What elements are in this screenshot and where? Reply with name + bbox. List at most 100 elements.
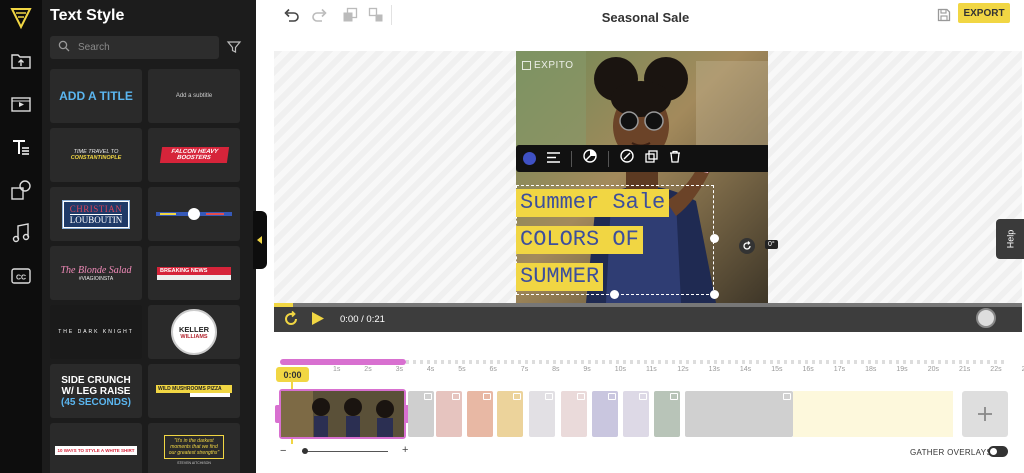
text-line-1: Summer Sale (516, 189, 670, 217)
clip-checkbox[interactable] (452, 393, 460, 400)
text-style-time-travel[interactable]: TIME TRAVEL TO CONSTANTINOPLE (50, 128, 142, 182)
timeline-clip[interactable] (497, 391, 523, 437)
clip-checkbox[interactable] (639, 393, 647, 400)
play-button[interactable] (311, 311, 325, 331)
music-note-icon[interactable] (8, 220, 34, 246)
text-layer[interactable]: Summer Sale COLORS OF SUMMER (516, 189, 670, 291)
clip-selected[interactable] (279, 389, 406, 439)
timeline-clip[interactable] (685, 391, 793, 437)
clip-checkbox[interactable] (670, 393, 678, 400)
group-button[interactable] (366, 6, 386, 24)
time-display: 0:00 / 0:21 (340, 314, 385, 325)
trash-icon (670, 150, 680, 163)
redo-button[interactable] (310, 6, 330, 24)
time-tick: 18s (865, 366, 877, 373)
text-style-add-title[interactable]: ADD A TITLE (50, 69, 142, 123)
playback-progress[interactable] (274, 303, 1022, 307)
text-style-dark-knight[interactable]: THE DARK KNIGHT (50, 305, 142, 359)
timeline-clip[interactable] (467, 391, 493, 437)
text-style-blonde-salad[interactable]: The Blonde Salad #VIAGIOINSTA (50, 246, 142, 300)
tile-label: WILLIAMS (180, 333, 208, 340)
rotate-handle[interactable] (739, 238, 755, 254)
timeline-clip[interactable] (408, 391, 434, 437)
zoom-in-icon[interactable]: + (402, 444, 408, 456)
zoom-slider-track[interactable] (302, 451, 388, 452)
text-style-line-decoration[interactable] (148, 187, 240, 241)
time-tick: 8s (552, 366, 560, 373)
timeline-clip[interactable] (561, 391, 587, 437)
text-style-quote[interactable]: "It's in the darkest moments that we fin… (148, 423, 240, 473)
timeline-clip[interactable] (654, 391, 680, 437)
text-icon[interactable] (8, 134, 34, 160)
copy-icon (645, 149, 658, 163)
timeline-clip[interactable] (529, 391, 555, 437)
zoom-out-icon[interactable]: − (280, 445, 286, 457)
text-layer-track[interactable] (280, 359, 406, 365)
save-button[interactable] (934, 6, 954, 24)
tile-label: WILD MUSHROOMS PIZZA (156, 385, 232, 393)
tile-subline (190, 393, 230, 397)
text-style-side-crunch[interactable]: SIDE CRUNCH W/ LEG RAISE (45 SECONDS) (50, 364, 142, 418)
clip-checkbox[interactable] (783, 393, 791, 400)
folder-upload-icon[interactable] (8, 48, 34, 74)
search-input[interactable] (78, 42, 208, 53)
text-style-add-subtitle[interactable]: Add a subtitle (148, 69, 240, 123)
tile-label: (45 SECONDS) (60, 396, 131, 408)
animation-button[interactable] (620, 149, 634, 168)
text-style-white-shirt[interactable]: 10 WAYS TO STYLE A WHITE SHIRT (50, 423, 142, 473)
tile-circle: KELLER WILLIAMS (171, 309, 217, 355)
resize-handle-right[interactable] (710, 234, 719, 243)
clip-checkbox[interactable] (577, 393, 585, 400)
time-tick: 19s (896, 366, 908, 373)
delete-layer-button[interactable] (669, 150, 681, 168)
clip-trim-left[interactable] (275, 405, 281, 423)
clip-checkbox[interactable] (608, 393, 616, 400)
panel-collapse-button[interactable] (253, 211, 267, 269)
time-tick: 9s (583, 366, 591, 373)
audio-track-region[interactable] (793, 391, 953, 437)
text-style-christian-louboutin[interactable]: CHRISTIAN LOUBOUTIN (50, 187, 142, 241)
duplicate-button[interactable] (340, 6, 360, 24)
text-color-swatch[interactable] (523, 152, 536, 165)
zoom-slider-handle[interactable] (302, 448, 308, 454)
undo-button[interactable] (281, 6, 301, 24)
playhead-label[interactable]: 0:00 (276, 367, 309, 382)
watermark: EXPITO (522, 60, 574, 71)
gather-overlays-toggle[interactable] (988, 446, 1008, 457)
clip-checkbox[interactable] (424, 393, 432, 400)
text-format-toolbar (516, 145, 768, 172)
shapes-icon[interactable] (8, 177, 34, 203)
clip-checkbox[interactable] (513, 393, 521, 400)
chevron-left-icon (257, 236, 262, 244)
text-style-breaking-news[interactable]: BREAKING NEWS (148, 246, 240, 300)
media-library-icon[interactable] (8, 91, 34, 117)
time-tick: 7s (520, 366, 529, 373)
style-preset-button[interactable] (583, 149, 597, 168)
timeline-clip[interactable] (436, 391, 462, 437)
text-align-button[interactable] (547, 150, 560, 168)
timeline-clip[interactable] (592, 391, 618, 437)
timeline-clip[interactable] (623, 391, 649, 437)
resize-handle-corner[interactable] (710, 290, 719, 299)
tile-label: BOOSTERS (176, 155, 211, 161)
closed-captions-icon[interactable]: CC (8, 263, 34, 289)
help-tab[interactable]: Help (996, 219, 1024, 259)
user-avatar[interactable] (976, 308, 996, 328)
clip-checkbox[interactable] (545, 393, 553, 400)
text-style-keller-williams[interactable]: KELLER WILLIAMS (148, 305, 240, 359)
video-canvas[interactable]: EXPITO Summer Sale COLORS OF SUMMER (516, 51, 768, 303)
text-line-3: SUMMER (516, 263, 604, 291)
replay-button[interactable] (283, 310, 299, 332)
duplicate-layer-button[interactable] (645, 149, 658, 168)
add-media-button[interactable] (962, 391, 1008, 437)
search-box[interactable] (50, 36, 219, 59)
logo-icon[interactable] (9, 6, 33, 30)
text-style-falcon-heavy[interactable]: FALCON HEAVY BOOSTERS (148, 128, 240, 182)
filter-icon[interactable] (226, 39, 242, 55)
clip-checkbox[interactable] (483, 393, 491, 400)
text-style-wild-mushrooms[interactable]: WILD MUSHROOMS PIZZA (148, 364, 240, 418)
resize-handle-bottom[interactable] (610, 290, 619, 299)
toolbar-divider (391, 5, 392, 25)
group-icon (368, 7, 383, 22)
export-button[interactable]: EXPORT (958, 3, 1010, 23)
